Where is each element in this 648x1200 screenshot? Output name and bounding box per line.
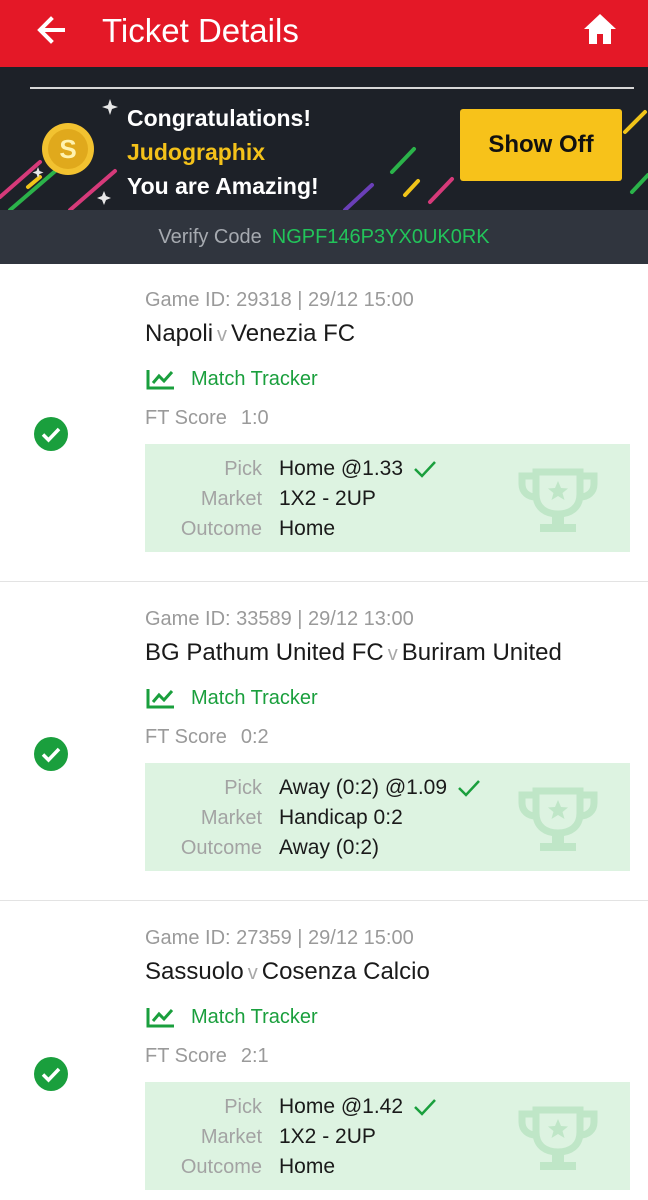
pick-label: Pick <box>224 777 262 799</box>
market-label: Market <box>200 488 262 510</box>
chart-line-icon <box>146 1008 174 1028</box>
won-check-icon <box>34 737 68 771</box>
pick-value: Home @1.33 <box>279 454 437 484</box>
svg-text:S: S <box>59 134 76 164</box>
amazing-message: You are Amazing! <box>127 173 319 199</box>
game-id-date: Game ID: 27359 | 29/12 15:00 <box>145 927 414 949</box>
away-team: Venezia FC <box>231 320 356 347</box>
outcome-row: Outcome Away (0:2) <box>145 833 630 863</box>
bet-item: Game ID: 33589 | 29/12 13:00 BG Pathum U… <box>0 583 648 901</box>
match-teams: BG Pathum United FC v Buriram United <box>145 639 562 667</box>
pick-row: Pick Home @1.42 <box>145 1092 630 1122</box>
away-team: Cosenza Calcio <box>261 958 430 985</box>
ft-score-label: FT Score <box>145 726 227 748</box>
match-tracker-label: Match Tracker <box>191 367 318 390</box>
home-team: BG Pathum United FC <box>145 639 384 666</box>
versus-label: v <box>247 962 258 984</box>
checkmark-icon <box>414 461 436 479</box>
pick-text: Home @1.42 <box>279 1095 404 1118</box>
back-arrow-icon <box>37 16 65 44</box>
market-label: Market <box>200 807 262 829</box>
pick-details: Pick Home @1.33 Market 1X2 - 2UP Outcome… <box>145 444 630 552</box>
game-id-date: Game ID: 33589 | 29/12 13:00 <box>145 608 414 630</box>
congratulations-banner: S Congratulations! Judographix You are A… <box>0 67 648 210</box>
won-check-icon <box>34 417 68 451</box>
market-value: 1X2 - 2UP <box>279 487 376 510</box>
ft-score-value: 2:1 <box>240 1045 269 1067</box>
home-team: Sassuolo <box>145 958 244 985</box>
page-title: Ticket Details <box>102 12 299 49</box>
show-off-button[interactable]: Show Off <box>460 109 622 181</box>
username-text: Judographix <box>127 139 266 165</box>
pick-label: Pick <box>224 458 262 480</box>
home-icon <box>584 14 616 44</box>
congratulations-text: Congratulations! <box>127 105 311 131</box>
outcome-row: Outcome Home <box>145 514 630 544</box>
market-value: 1X2 - 2UP <box>279 1125 376 1148</box>
ft-score: FT Score 1:0 <box>145 407 269 430</box>
back-button[interactable] <box>32 10 72 50</box>
pick-details: Pick Away (0:2) @1.09 Market Handicap 0:… <box>145 763 630 871</box>
outcome-label: Outcome <box>180 837 262 859</box>
verify-code-label: Verify Code <box>158 225 262 248</box>
match-tracker-link[interactable]: Match Tracker <box>146 1002 318 1032</box>
pick-text: Away (0:2) @1.09 <box>279 776 448 799</box>
outcome-value: Away (0:2) <box>279 836 379 859</box>
pick-value: Home @1.42 <box>279 1092 437 1122</box>
pick-text: Home @1.33 <box>279 457 404 480</box>
checkmark-icon <box>458 780 480 798</box>
market-value: Handicap 0:2 <box>279 806 403 829</box>
market-row: Market 1X2 - 2UP <box>145 484 630 514</box>
ft-score-label: FT Score <box>145 407 227 429</box>
pick-details: Pick Home @1.42 Market 1X2 - 2UP Outcome… <box>145 1082 630 1190</box>
banner-divider <box>30 87 634 89</box>
bet-item: Game ID: 29318 | 29/12 15:00 Napoli v Vene… <box>0 264 648 582</box>
ft-score: FT Score 0:2 <box>145 726 269 749</box>
pick-row: Pick Away (0:2) @1.09 <box>145 773 630 803</box>
ft-score-label: FT Score <box>145 1045 227 1067</box>
coin-icon: S <box>42 123 94 175</box>
game-id-date: Game ID: 29318 | 29/12 15:00 <box>145 289 414 311</box>
chart-line-icon <box>146 689 174 709</box>
verify-code-bar: Verify Code NGPF146P3YX0UK0RK <box>0 210 648 264</box>
market-row: Market 1X2 - 2UP <box>145 1122 630 1152</box>
outcome-value: Home <box>279 1155 336 1178</box>
bet-item: Game ID: 27359 | 29/12 15:00 Sassuolo v Co… <box>0 902 648 1200</box>
match-teams: Napoli v Venezia FC <box>145 320 355 348</box>
outcome-value: Home <box>279 517 336 540</box>
versus-label: v <box>387 643 398 665</box>
match-tracker-link[interactable]: Match Tracker <box>146 683 318 713</box>
match-tracker-link[interactable]: Match Tracker <box>146 364 318 394</box>
away-team: Buriram United <box>401 639 562 666</box>
outcome-label: Outcome <box>180 518 262 540</box>
ft-score-value: 1:0 <box>240 407 269 429</box>
outcome-label: Outcome <box>180 1156 262 1178</box>
match-tracker-label: Match Tracker <box>191 1005 318 1028</box>
market-label: Market <box>200 1126 262 1148</box>
pick-row: Pick Home @1.33 <box>145 454 630 484</box>
won-check-icon <box>34 1057 68 1091</box>
ft-score-value: 0:2 <box>240 726 269 748</box>
match-tracker-label: Match Tracker <box>191 686 318 709</box>
pick-label: Pick <box>224 1096 262 1118</box>
home-team: Napoli <box>145 320 214 347</box>
match-teams: Sassuolo v Cosenza Calcio <box>145 958 430 986</box>
versus-label: v <box>217 324 228 346</box>
chart-line-icon <box>146 370 174 390</box>
checkmark-icon <box>414 1099 436 1117</box>
verify-code-value[interactable]: NGPF146P3YX0UK0RK <box>272 226 490 249</box>
outcome-row: Outcome Home <box>145 1152 630 1182</box>
market-row: Market Handicap 0:2 <box>145 803 630 833</box>
ft-score: FT Score 2:1 <box>145 1045 269 1068</box>
home-button[interactable] <box>580 9 620 49</box>
top-app-bar: Ticket Details <box>0 0 648 67</box>
pick-value: Away (0:2) @1.09 <box>279 773 481 803</box>
